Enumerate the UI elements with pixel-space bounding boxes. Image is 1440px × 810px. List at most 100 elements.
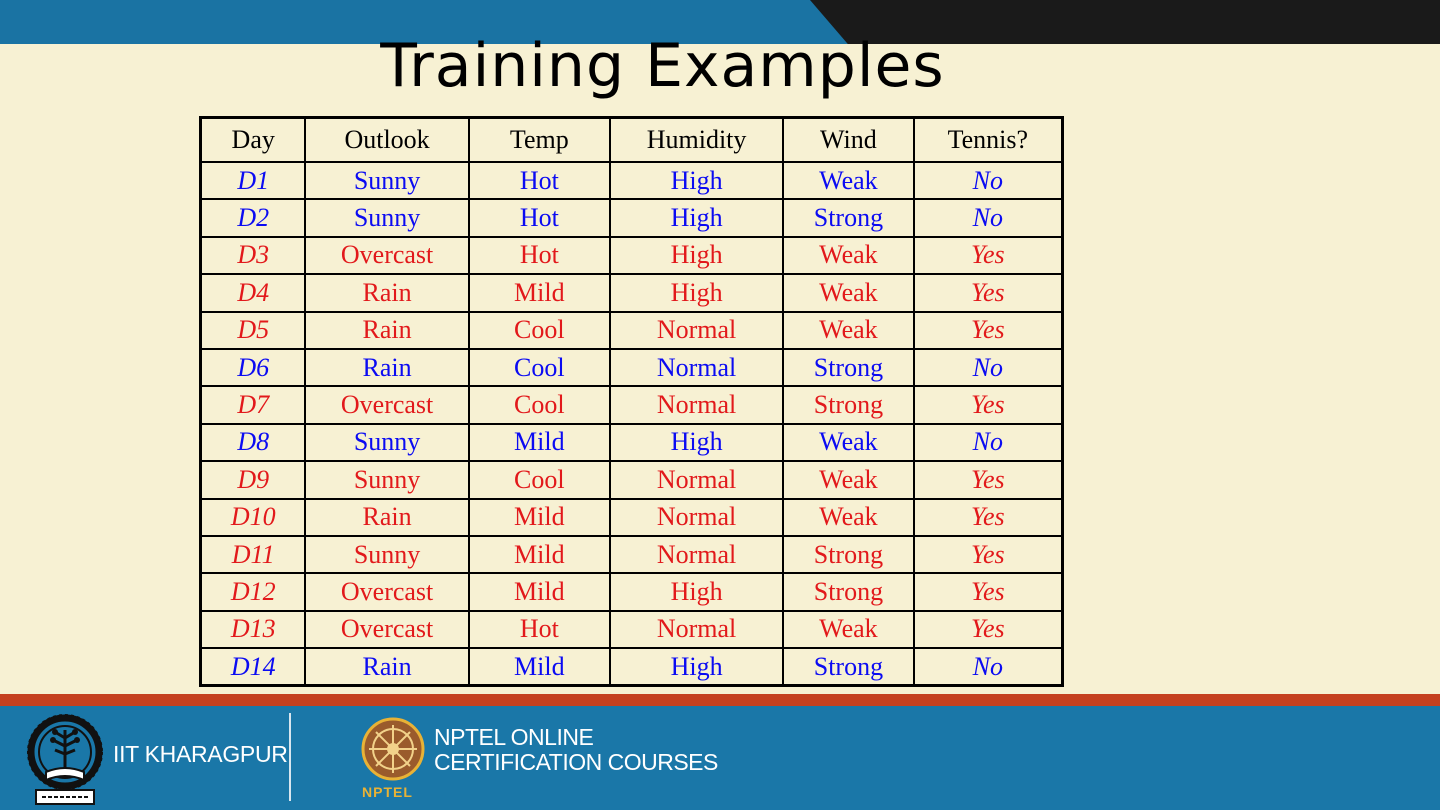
cell-day: D12 — [199, 572, 307, 612]
cell-day: D13 — [199, 609, 307, 650]
header-wind: Wind — [782, 116, 915, 163]
table-row: D4 Rain Mild High Weak Yes — [199, 273, 1064, 313]
cell-outlook: Overcast — [304, 235, 470, 276]
cell-temp: Mild — [467, 497, 611, 537]
cell-tennis: No — [912, 198, 1064, 238]
footer-stripe — [0, 694, 1440, 706]
cell-wind: Strong — [782, 647, 915, 687]
cell-outlook: Sunny — [304, 422, 470, 463]
cell-day: D10 — [199, 497, 307, 537]
cell-tennis: Yes — [912, 310, 1064, 350]
cell-tennis: No — [912, 160, 1064, 201]
table-row: D7 Overcast Cool Normal Strong Yes — [199, 385, 1064, 425]
header-humidity: Humidity — [608, 116, 785, 163]
cell-day: D3 — [199, 235, 307, 276]
cell-tennis: Yes — [912, 385, 1064, 425]
cell-temp: Mild — [467, 647, 611, 687]
cell-outlook: Sunny — [304, 198, 470, 238]
slide-title: Training Examples — [380, 31, 945, 101]
cell-wind: Weak — [782, 310, 915, 350]
nptel-logo-icon — [361, 717, 425, 781]
cell-wind: Weak — [782, 497, 915, 537]
cell-wind: Strong — [782, 347, 915, 388]
cell-tennis: Yes — [912, 273, 1064, 313]
cell-temp: Mild — [467, 572, 611, 612]
cell-tennis: Yes — [912, 235, 1064, 276]
iit-kharagpur-label: IIT KHARAGPUR — [113, 741, 288, 767]
cell-temp: Cool — [467, 385, 611, 425]
cell-outlook: Rain — [304, 273, 470, 313]
cell-temp: Mild — [467, 534, 611, 575]
cell-humidity: Normal — [608, 497, 785, 537]
table-body: D1 Sunny Hot High Weak No D2 Sunny Hot High Strong… — [199, 160, 1064, 687]
cell-humidity: High — [608, 198, 785, 238]
nptel-line-2: CERTIFICATION COURSES — [434, 749, 718, 775]
cell-wind: Strong — [782, 385, 915, 425]
iit-kharagpur-logo-icon — [27, 714, 103, 805]
cell-outlook: Rain — [304, 310, 470, 350]
cell-day: D2 — [199, 198, 307, 238]
table-header-row: Day Outlook Temp Humidity Wind Tennis? — [199, 116, 1064, 163]
table-row: D11 Sunny Mild Normal Strong Yes — [199, 534, 1064, 575]
cell-outlook: Rain — [304, 647, 470, 687]
cell-humidity: High — [608, 572, 785, 612]
cell-tennis: Yes — [912, 534, 1064, 575]
cell-day: D8 — [199, 422, 307, 463]
cell-wind: Strong — [782, 198, 915, 238]
cell-wind: Strong — [782, 572, 915, 612]
cell-tennis: No — [912, 347, 1064, 388]
cell-temp: Cool — [467, 310, 611, 350]
cell-wind: Strong — [782, 534, 915, 575]
table-row: D13 Overcast Hot Normal Weak Yes — [199, 609, 1064, 650]
table-row: D12 Overcast Mild High Strong Yes — [199, 572, 1064, 612]
cell-outlook: Sunny — [304, 460, 470, 500]
cell-day: D14 — [199, 647, 307, 687]
table-row: D10 Rain Mild Normal Weak Yes — [199, 497, 1064, 537]
cell-wind: Weak — [782, 273, 915, 313]
cell-day: D4 — [199, 273, 307, 313]
cell-humidity: High — [608, 235, 785, 276]
cell-temp: Mild — [467, 422, 611, 463]
cell-outlook: Rain — [304, 497, 470, 537]
cell-temp: Hot — [467, 235, 611, 276]
cell-tennis: Yes — [912, 497, 1064, 537]
cell-wind: Weak — [782, 235, 915, 276]
header-outlook: Outlook — [304, 116, 470, 163]
cell-humidity: Normal — [608, 310, 785, 350]
cell-outlook: Sunny — [304, 160, 470, 201]
cell-wind: Weak — [782, 422, 915, 463]
cell-day: D9 — [199, 460, 307, 500]
cell-temp: Cool — [467, 460, 611, 500]
cell-wind: Weak — [782, 160, 915, 201]
header-temp: Temp — [467, 116, 611, 163]
cell-day: D11 — [199, 534, 307, 575]
nptel-small-label: NPTEL — [362, 784, 413, 800]
cell-humidity: Normal — [608, 460, 785, 500]
cell-day: D1 — [199, 160, 307, 201]
table-row: D5 Rain Cool Normal Weak Yes — [199, 310, 1064, 350]
cell-humidity: High — [608, 647, 785, 687]
table-row: D8 Sunny Mild High Weak No — [199, 422, 1064, 463]
cell-humidity: High — [608, 422, 785, 463]
cell-outlook: Rain — [304, 347, 470, 388]
cell-day: D7 — [199, 385, 307, 425]
cell-outlook: Overcast — [304, 609, 470, 650]
cell-temp: Hot — [467, 198, 611, 238]
cell-temp: Hot — [467, 609, 611, 650]
header-day: Day — [199, 116, 307, 163]
table-row: D14 Rain Mild High Strong No — [199, 647, 1064, 687]
cell-tennis: Yes — [912, 609, 1064, 650]
cell-tennis: Yes — [912, 460, 1064, 500]
table-row: D2 Sunny Hot High Strong No — [199, 198, 1064, 238]
table-row: D3 Overcast Hot High Weak Yes — [199, 235, 1064, 276]
footer-divider — [289, 713, 291, 801]
cell-humidity: Normal — [608, 347, 785, 388]
cell-outlook: Sunny — [304, 534, 470, 575]
cell-tennis: Yes — [912, 572, 1064, 612]
table-row: D1 Sunny Hot High Weak No — [199, 160, 1064, 201]
cell-humidity: Normal — [608, 609, 785, 650]
cell-day: D6 — [199, 347, 307, 388]
cell-temp: Hot — [467, 160, 611, 201]
cell-day: D5 — [199, 310, 307, 350]
cell-temp: Cool — [467, 347, 611, 388]
